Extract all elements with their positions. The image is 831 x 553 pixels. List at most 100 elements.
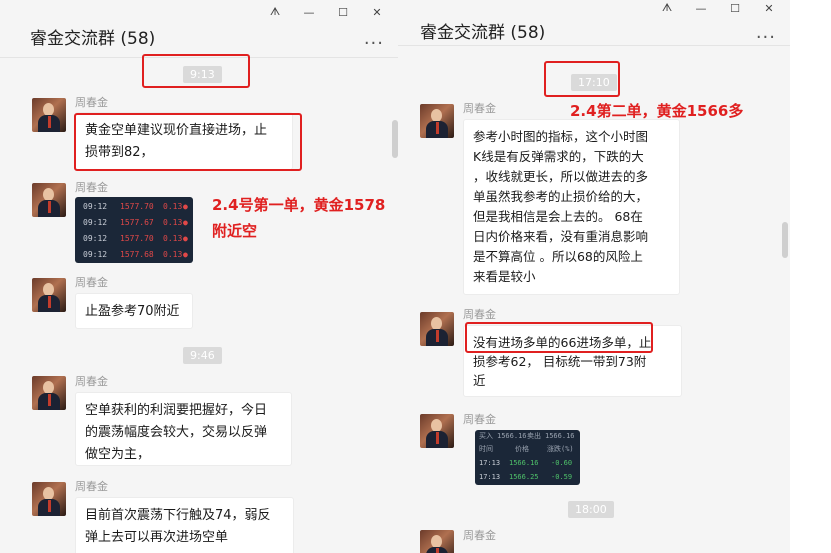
message-line: 但是我相信是会上去的。 68在 xyxy=(473,209,643,224)
quote-columns: 时间 价格 涨跌(%) xyxy=(475,443,580,455)
quote-price: 1577.68 xyxy=(120,249,154,259)
minimize-icon[interactable]: — xyxy=(294,4,324,20)
quote-row: 09:12 1577.67 0.13 ● xyxy=(75,214,193,230)
maximize-icon[interactable]: ☐ xyxy=(328,4,358,20)
quote-value: 1566.16 xyxy=(497,432,527,440)
message-line: 参考小时图的指标，这个小时图 xyxy=(473,129,649,144)
pin-icon[interactable]: ᗑ xyxy=(260,4,290,20)
message-line: 止盈参考70附近 xyxy=(85,304,180,319)
message-line: 目前首次震荡下行触及74，弱反 xyxy=(85,508,271,523)
sender-name: 周春金 xyxy=(463,529,496,542)
annotation-text: 2.4号第一单，黄金1578 附近空 xyxy=(212,192,385,244)
quote-row: 17:13 1566.16 -0.60 xyxy=(475,456,580,469)
quote-row: 09:12 1577.70 0.13 ● xyxy=(75,230,193,246)
timestamp: 18:00 xyxy=(568,501,614,518)
quote-volume: 0.13 xyxy=(163,217,183,227)
quote-image[interactable]: 买入 1566.16 卖出 1566.16 时间 价格 涨跌(%) 17:13 … xyxy=(475,430,580,485)
quote-time: 09:12 xyxy=(83,233,108,243)
maximize-icon[interactable]: ☐ xyxy=(720,0,750,16)
quote-label: 买入 xyxy=(479,432,493,440)
quote-volume: 0.13 xyxy=(163,233,183,243)
quote-price: 1577.67 xyxy=(120,217,154,227)
quote-dot: ● xyxy=(183,249,188,259)
message-line: K线是有反弹需求的，下跌的大 xyxy=(473,149,644,164)
title-bar: ᗑ — ☐ ✕ 睿金交流群 (58) ... xyxy=(0,0,398,58)
sender-name: 周春金 xyxy=(75,96,108,109)
avatar[interactable] xyxy=(420,104,454,138)
message-line: 空单获利的利润要把握好，今日 xyxy=(85,403,268,418)
title-bar: ᗑ — ☐ ✕ 睿金交流群 (58) ... xyxy=(398,0,790,46)
quote-row: 09:12 1577.68 0.13 ● xyxy=(75,246,193,262)
message-line: 做空为主， xyxy=(85,447,151,462)
sender-name: 周春金 xyxy=(463,102,496,115)
scrollbar-thumb[interactable] xyxy=(782,222,788,258)
quote-dot: ● xyxy=(183,201,188,211)
close-icon[interactable]: ✕ xyxy=(362,4,392,20)
quote-price: 1566.25 xyxy=(509,472,539,481)
quote-col: 时间 xyxy=(479,445,493,453)
quote-price: 1577.70 xyxy=(120,233,154,243)
message-bubble[interactable]: 参考小时图的指标，这个小时图 K线是有反弹需求的，下跌的大 ，收线就更长，所以做… xyxy=(463,119,680,295)
quote-dot: ● xyxy=(183,217,188,227)
annotation-line: 2.4号第一单，黄金1578 xyxy=(212,196,386,214)
quote-col: 价格 xyxy=(515,445,529,453)
annotation-line: 附近空 xyxy=(212,222,258,240)
sender-name: 周春金 xyxy=(75,276,108,289)
window-controls: ᗑ — ☐ ✕ xyxy=(260,4,392,20)
quote-volume: 0.13 xyxy=(163,249,183,259)
quote-time: 09:12 xyxy=(83,217,108,227)
quote-dot: ● xyxy=(183,233,188,243)
more-icon[interactable]: ... xyxy=(756,22,776,43)
message-line: 近 xyxy=(473,373,486,388)
message-line: 是不算高位 。所以68的风险上 xyxy=(473,249,643,264)
window-controls: ᗑ — ☐ ✕ xyxy=(652,0,784,16)
message-line: 来看是较小 xyxy=(473,269,536,284)
highlight-box xyxy=(544,61,620,97)
left-chat-window: ᗑ — ☐ ✕ 睿金交流群 (58) ... 9:13 周春金 黄金空单建议现价… xyxy=(0,0,398,553)
quote-time: 09:12 xyxy=(83,201,108,211)
minimize-icon[interactable]: — xyxy=(686,0,716,16)
right-chat-window: ᗑ — ☐ ✕ 睿金交流群 (58) ... 17:10 2.4第二单，黄金15… xyxy=(398,0,790,553)
avatar[interactable] xyxy=(32,482,66,516)
quote-time: 17:13 xyxy=(479,472,501,481)
avatar[interactable] xyxy=(420,312,454,346)
sender-name: 周春金 xyxy=(463,413,496,426)
sender-name: 周春金 xyxy=(75,181,108,194)
quote-price: 1577.70 xyxy=(120,201,154,211)
message-line: 的震荡幅度会较大，交易以反弹 xyxy=(85,425,268,440)
quote-volume: 0.13 xyxy=(163,201,183,211)
quote-image[interactable]: 09:12 1577.70 0.13 ● 09:12 1577.67 0.13 … xyxy=(75,197,193,263)
quote-change: -0.59 xyxy=(551,472,573,481)
message-line: 日内价格来看，没有重消息影响 xyxy=(473,229,649,244)
message-bubble[interactable]: 空单获利的利润要把握好，今日 的震荡幅度会较大，交易以反弹 做空为主， xyxy=(75,392,292,466)
highlight-box xyxy=(142,54,250,88)
avatar[interactable] xyxy=(32,376,66,410)
message-line: 弹上去可以再次进场空单 xyxy=(85,530,229,545)
timestamp: 9:46 xyxy=(183,347,222,364)
highlight-box xyxy=(465,322,653,353)
quote-col: 涨跌(%) xyxy=(547,445,574,453)
close-icon[interactable]: ✕ xyxy=(754,0,784,16)
quote-change: -0.60 xyxy=(551,458,573,467)
chat-title: 睿金交流群 (58) xyxy=(30,29,156,49)
quote-price: 1566.16 xyxy=(509,458,539,467)
message-bubble[interactable]: 止盈参考70附近 xyxy=(75,293,193,329)
avatar[interactable] xyxy=(420,530,454,553)
message-line: 单虽然我参考的止损价给的大， xyxy=(473,189,649,204)
sender-name: 周春金 xyxy=(75,375,108,388)
quote-label: 卖出 xyxy=(527,432,541,440)
quote-value: 1566.16 xyxy=(545,432,575,440)
highlight-box xyxy=(74,113,302,171)
avatar[interactable] xyxy=(32,278,66,312)
more-icon[interactable]: ... xyxy=(364,28,384,49)
avatar[interactable] xyxy=(420,414,454,448)
avatar[interactable] xyxy=(32,98,66,132)
sender-name: 周春金 xyxy=(75,480,108,493)
quote-row: 17:13 1566.25 -0.59 xyxy=(475,470,580,483)
message-bubble[interactable]: 目前首次震荡下行触及74，弱反 弹上去可以再次进场空单 xyxy=(75,497,294,553)
quote-time: 09:12 xyxy=(83,249,108,259)
chat-title: 睿金交流群 (58) xyxy=(420,23,546,43)
pin-icon[interactable]: ᗑ xyxy=(652,0,682,16)
avatar[interactable] xyxy=(32,183,66,217)
quote-header: 买入 1566.16 卖出 1566.16 xyxy=(475,430,580,442)
